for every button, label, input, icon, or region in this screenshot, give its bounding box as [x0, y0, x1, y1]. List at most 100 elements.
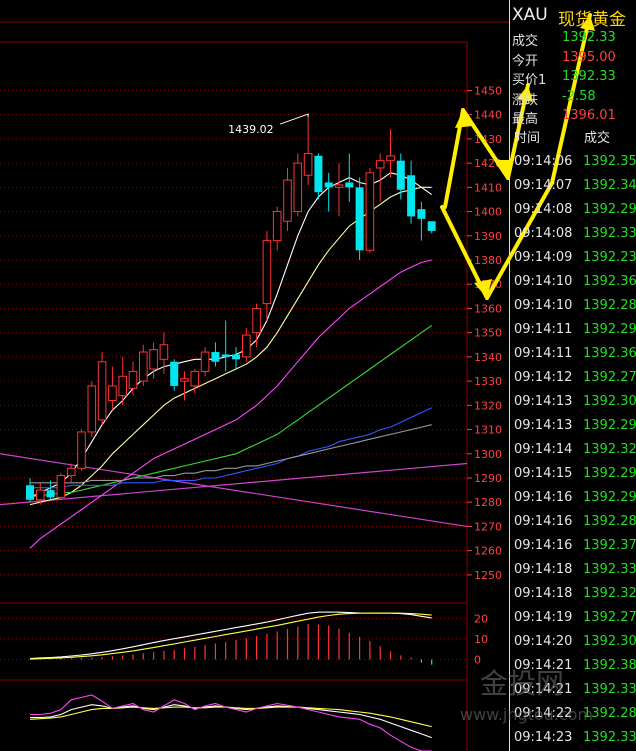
tick-price: 1392.37	[583, 538, 636, 553]
price-tick-label: 1250	[474, 569, 502, 582]
tick-price: 1392.29	[583, 490, 636, 505]
tick-time: 09:14:06	[514, 154, 573, 169]
tick-time: 09:14:07	[514, 178, 573, 193]
tick-price: 1392.28	[583, 514, 636, 529]
price-tick-label: 1260	[474, 545, 502, 558]
tick-row: 09:14:23 1392.33	[510, 726, 636, 750]
tick-row: 09:14:15 1392.29	[510, 462, 636, 486]
candle-body	[232, 354, 240, 360]
tick-row: 09:14:06 1392.35	[510, 150, 636, 174]
price-tick-label: 1360	[474, 302, 502, 315]
candle-body	[407, 175, 416, 217]
tick-price: 1392.30	[583, 394, 636, 409]
candle-body	[211, 352, 220, 362]
candle-body	[180, 378, 189, 382]
price-tick-label: 1280	[474, 496, 502, 509]
candle-body	[221, 354, 230, 357]
candle-body	[345, 182, 354, 188]
candle-body	[365, 172, 375, 251]
candle-body	[46, 490, 55, 498]
tick-price: 1392.28	[583, 298, 636, 313]
tick-price: 1392.33	[583, 730, 636, 745]
tick-time: 09:14:15	[514, 466, 573, 481]
price-tick-label: 1450	[474, 84, 502, 97]
candle-body	[26, 485, 34, 500]
tick-time: 09:14:14	[514, 442, 573, 457]
watermark-name: 金投网	[480, 667, 565, 700]
candle-body	[417, 209, 426, 219]
candle-body	[77, 431, 86, 469]
quote-value: 1392.33	[562, 69, 616, 84]
price-tick-label: 1380	[474, 254, 502, 267]
tick-price: 1392.29	[583, 418, 636, 433]
tick-price: 1392.33	[583, 682, 636, 697]
tick-time: 09:14:23	[514, 730, 573, 745]
tick-row: 09:14:16 1392.37	[510, 534, 636, 558]
tick-row: 09:14:10 1392.36	[510, 270, 636, 294]
tick-time: 09:14:11	[514, 322, 573, 337]
candle-body	[272, 211, 282, 242]
candle-body	[293, 162, 303, 213]
tick-time: 09:14:16	[514, 538, 573, 553]
candle-body	[355, 187, 364, 251]
tick-time: 09:14:20	[514, 634, 573, 649]
candle-body	[108, 385, 117, 401]
quote-value: 1395.00	[562, 49, 616, 65]
macd-tick-label: 10	[474, 633, 488, 646]
candle-body	[56, 475, 66, 498]
tick-row: 09:14:11 1392.29	[510, 318, 636, 342]
tick-price: 1392.35	[583, 154, 636, 169]
tick-time: 09:14:10	[514, 298, 573, 313]
tick-row: 09:14:11 1392.36	[510, 342, 636, 366]
candle-body	[396, 160, 405, 190]
price-tick-label: 1270	[474, 520, 502, 533]
candle-body	[303, 152, 313, 176]
candle-body	[262, 240, 272, 305]
tick-row: 09:14:08 1392.33	[510, 222, 636, 246]
trading-screen: 1250 1260 1270 1280 1290 1300 1310 1320 1330 1340…	[0, 0, 636, 751]
candle-body	[375, 160, 385, 169]
tick-row: 09:14:12 1392.27	[510, 366, 636, 390]
tick-header-price: 成交	[584, 131, 611, 146]
candle-body	[128, 370, 138, 389]
tick-time: 09:14:16	[514, 514, 573, 529]
tick-row: 09:14:08 1392.29	[510, 198, 636, 222]
candle-body	[170, 361, 179, 386]
candle-body	[139, 351, 148, 382]
tick-price: 1392.29	[583, 466, 636, 481]
tick-time: 09:14:13	[514, 394, 573, 409]
candle-body	[149, 349, 158, 370]
price-tick-label: 1440	[474, 109, 502, 122]
tick-price: 1392.30	[583, 634, 636, 649]
tick-time: 09:14:18	[514, 562, 573, 577]
tick-price: 1392.33	[583, 562, 636, 577]
quote-value: 1392.33	[562, 30, 616, 45]
tick-price: 1392.23	[583, 250, 636, 265]
tick-price: 1392.36	[583, 346, 636, 361]
quote-panel: XAU 现货黄金 成交 1392.33 今开 1395.00 买价1 1392.33 涨跌 -…	[510, 0, 636, 751]
tick-row: 09:14:18 1392.32	[510, 582, 636, 606]
chart-background	[0, 0, 510, 751]
candle-body	[87, 385, 97, 433]
tick-price: 1392.32	[583, 442, 636, 457]
candle-body	[324, 182, 333, 188]
price-tick-label: 1330	[474, 375, 502, 388]
tick-price: 1392.34	[583, 178, 636, 193]
price-tick-label: 1300	[474, 448, 502, 461]
tick-price: 1392.32	[583, 586, 636, 601]
tick-time: 09:14:10	[514, 274, 573, 289]
tick-time: 09:14:12	[514, 370, 573, 385]
tick-time: 09:14:08	[514, 226, 573, 241]
symbol-code: XAU	[512, 5, 548, 25]
watermark-url: www.jngtou.com	[460, 705, 594, 724]
tick-price: 1392.27	[583, 370, 636, 385]
price-tick-label: 1410	[474, 181, 502, 194]
candle-body	[252, 307, 261, 334]
quote-value: -2.58	[562, 88, 596, 104]
tick-price: 1392.38	[583, 658, 636, 673]
tick-row: 09:14:20 1392.30	[510, 630, 636, 654]
candle-body	[242, 334, 251, 358]
tick-header-time: 时间	[514, 131, 541, 146]
candle-body	[427, 221, 436, 231]
tick-price: 1392.29	[583, 202, 636, 217]
